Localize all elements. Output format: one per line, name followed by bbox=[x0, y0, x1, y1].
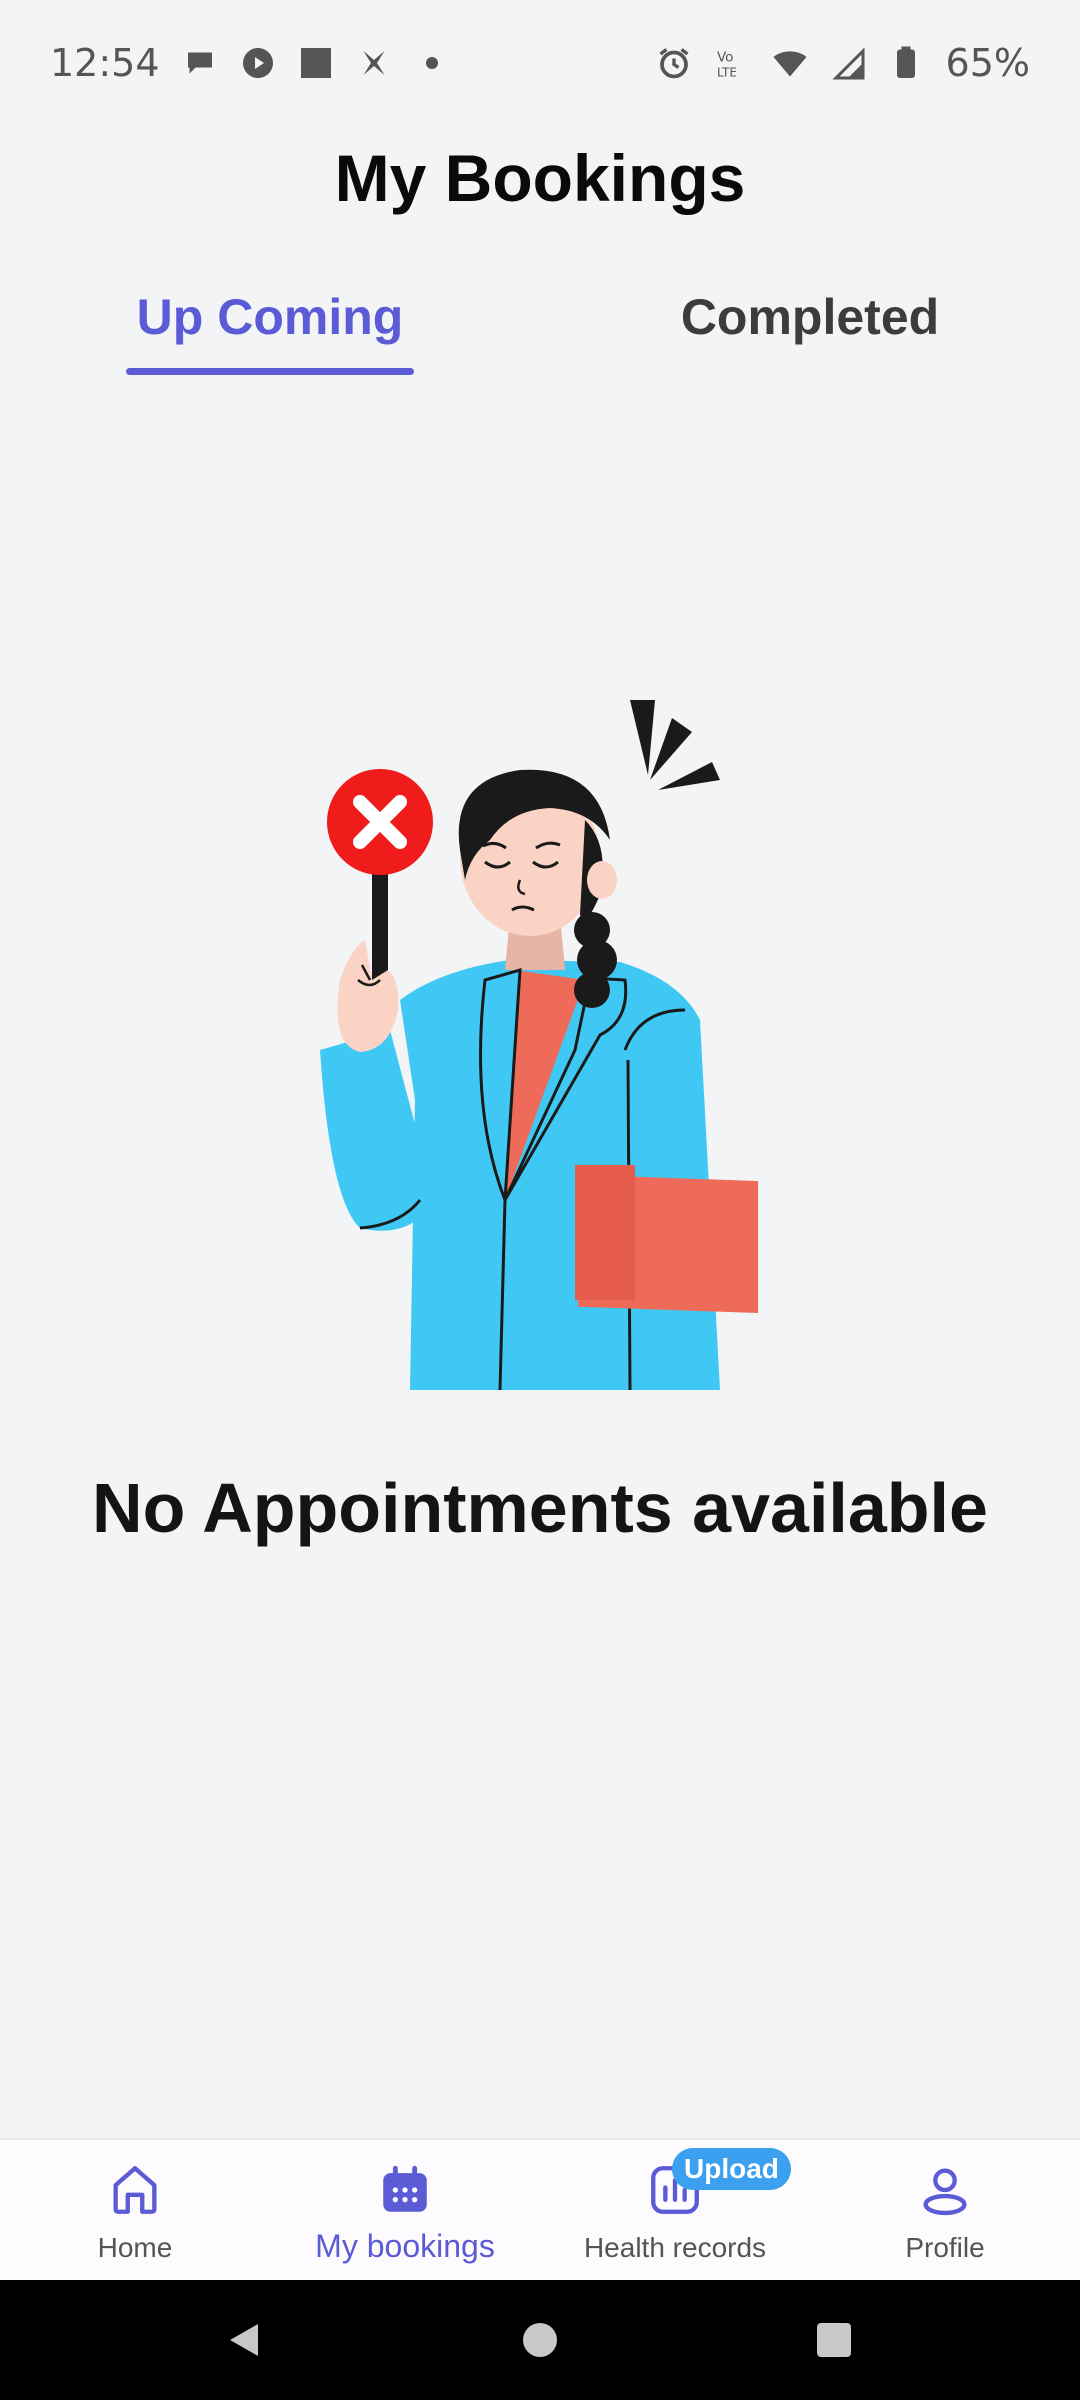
bottom-navigation: Home My bookings Health records Upload P… bbox=[0, 2138, 1080, 2280]
wifi-icon bbox=[772, 45, 808, 81]
chat-bubble-icon bbox=[182, 45, 218, 81]
dot-icon bbox=[414, 45, 450, 81]
status-right: Vo LTE 65% bbox=[656, 41, 1030, 85]
tab-completed[interactable]: Completed bbox=[660, 272, 960, 372]
upload-badge[interactable]: Upload bbox=[672, 2148, 791, 2190]
nav-my-bookings[interactable]: My bookings bbox=[270, 2140, 540, 2282]
nav-home-label: Home bbox=[97, 2232, 173, 2263]
status-bar: 12:54 Vo LTE 65% bbox=[0, 0, 1080, 126]
recents-icon[interactable] bbox=[814, 2320, 854, 2360]
tab-upcoming[interactable]: Up Coming bbox=[120, 272, 420, 372]
page-title: My Bookings bbox=[334, 141, 746, 215]
svg-text:Vo: Vo bbox=[717, 50, 733, 66]
status-time: 12:54 bbox=[50, 41, 160, 85]
active-tab-indicator bbox=[126, 368, 414, 375]
battery-percentage: 65% bbox=[945, 41, 1030, 85]
back-icon[interactable] bbox=[224, 2320, 264, 2360]
battery-icon bbox=[888, 45, 924, 81]
play-circle-icon bbox=[240, 45, 276, 81]
calendar-icon bbox=[373, 2158, 437, 2222]
alarm-icon bbox=[656, 45, 692, 81]
nav-health-records[interactable]: Health records Upload bbox=[540, 2140, 810, 2282]
no-appointments-illustration bbox=[300, 680, 780, 1400]
signal-5g-icon bbox=[830, 45, 866, 81]
empty-state-message: No Appointments available bbox=[92, 1469, 988, 1547]
system-navigation-bar bbox=[0, 2280, 1080, 2400]
user-icon bbox=[913, 2158, 977, 2222]
x-app-icon bbox=[356, 45, 392, 81]
nav-health-records-label: Health records bbox=[583, 2232, 767, 2263]
nav-profile[interactable]: Profile bbox=[810, 2140, 1080, 2282]
status-left: 12:54 bbox=[50, 41, 450, 85]
nav-my-bookings-label: My bookings bbox=[315, 2228, 495, 2264]
screen: 12:54 Vo LTE 65% My Bookings Up Coming C… bbox=[0, 0, 1080, 2400]
svg-text:LTE: LTE bbox=[717, 66, 737, 80]
nav-profile-label: Profile bbox=[905, 2232, 985, 2263]
home-icon bbox=[103, 2158, 167, 2222]
booking-tabs: Up Coming Completed bbox=[0, 272, 1080, 382]
home-button-icon[interactable] bbox=[520, 2320, 560, 2360]
square-app-icon bbox=[298, 45, 334, 81]
nav-home[interactable]: Home bbox=[0, 2140, 270, 2282]
volte-icon: Vo LTE bbox=[714, 45, 750, 81]
